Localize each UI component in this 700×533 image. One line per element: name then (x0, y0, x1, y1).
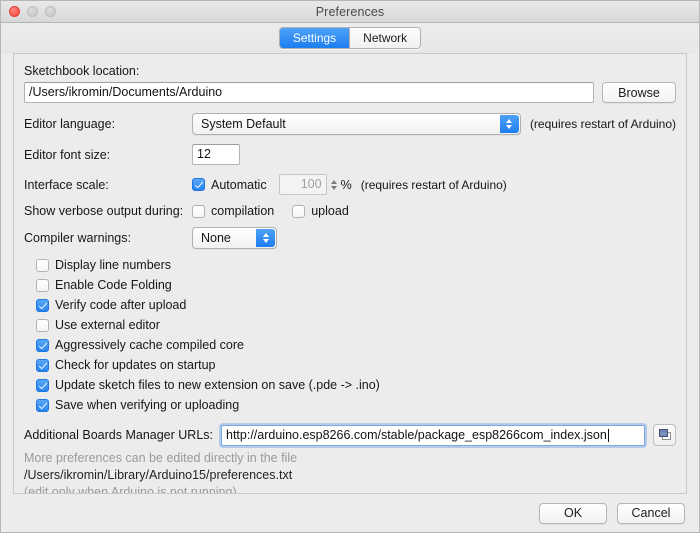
editor-language-value: System Default (201, 117, 286, 131)
editor-language-row: Editor language: System Default (require… (24, 113, 676, 135)
boards-manager-label: Additional Boards Manager URLs: (24, 428, 213, 442)
verbose-upload-checkbox[interactable]: upload (292, 204, 349, 218)
boards-manager-urls-value: http://arduino.esp8266.com/stable/packag… (226, 427, 607, 442)
compiler-warnings-select[interactable]: None (192, 227, 277, 249)
sketchbook-location-label: Sketchbook location: (24, 64, 140, 78)
checkbox-box (292, 204, 306, 218)
editor-font-size-row: Editor font size: 12 (24, 144, 676, 165)
interface-scale-automatic-checkbox[interactable]: Automatic (192, 178, 267, 192)
sketchbook-row: /Users/ikromin/Documents/Arduino Browse (24, 82, 676, 103)
browse-button[interactable]: Browse (602, 82, 676, 103)
compiler-warnings-label: Compiler warnings: (24, 231, 131, 245)
checkbox-label: Display line numbers (55, 258, 172, 272)
minimize-button[interactable] (27, 6, 38, 17)
interface-scale-row: Interface scale: Automatic 100 % (requir… (24, 174, 676, 195)
close-button[interactable] (9, 6, 20, 17)
window-title: Preferences (315, 4, 385, 19)
preferences-file-path: /Users/ikromin/Library/Arduino15/prefere… (24, 468, 293, 482)
chevron-updown-icon (499, 115, 519, 133)
checkbox-box (36, 298, 49, 312)
checkbox-box (192, 178, 205, 191)
window-controls (9, 6, 56, 17)
duplicate-windows-icon-button[interactable] (653, 424, 676, 446)
checkbox-label: Use external editor (55, 318, 160, 332)
checkbox-label: Check for updates on startup (55, 358, 216, 372)
checkbox-box (36, 378, 49, 392)
checkbox-box (36, 338, 49, 352)
verbose-upload-label: upload (311, 204, 349, 218)
preferences-help-text: More preferences can be edited directly … (24, 450, 676, 494)
help-line-3: (edit only when Arduino is not running) (24, 485, 237, 494)
duplicate-windows-icon (658, 429, 671, 440)
boards-manager-urls-input[interactable]: http://arduino.esp8266.com/stable/packag… (221, 424, 645, 446)
editor-font-size-input[interactable]: 12 (192, 144, 240, 165)
maximize-button[interactable] (45, 6, 56, 17)
settings-panel: Sketchbook location: /Users/ikromin/Docu… (13, 53, 687, 494)
editor-language-label: Editor language: (24, 117, 116, 131)
checkbox-box (36, 398, 49, 412)
checkbox-label: Aggressively cache compiled core (55, 338, 244, 352)
boards-manager-row: Additional Boards Manager URLs: http://a… (24, 424, 676, 446)
checkbox-box (36, 278, 49, 292)
checkbox-box (36, 258, 49, 272)
interface-scale-stepper[interactable] (329, 176, 340, 194)
editor-font-size-label: Editor font size: (24, 147, 111, 162)
compiler-warnings-row: Compiler warnings: None (24, 227, 676, 249)
ok-button[interactable]: OK (539, 502, 607, 524)
checkbox-label: Verify code after upload (55, 298, 187, 312)
verbose-compilation-checkbox[interactable]: compilation (192, 204, 274, 218)
interface-scale-automatic-label: Automatic (211, 177, 267, 192)
chevron-updown-icon (256, 229, 275, 247)
editor-language-select[interactable]: System Default (192, 113, 521, 135)
tab-segmented-control: Settings Network (278, 27, 422, 49)
text-caret (607, 428, 609, 442)
checkbox-save-when-verifying-or-uploading[interactable]: Save when verifying or uploading (36, 395, 676, 415)
tab-settings[interactable]: Settings (279, 28, 350, 48)
checkbox-label: Enable Code Folding (55, 278, 172, 292)
interface-scale-label: Interface scale: (24, 177, 109, 192)
checkbox-label: Update sketch files to new extension on … (55, 378, 380, 392)
dialog-footer: OK Cancel (1, 494, 699, 532)
checkbox-box (36, 358, 49, 372)
sketchbook-label-row: Sketchbook location: (24, 64, 676, 78)
preferences-checkbox-list: Display line numbers Enable Code Folding… (36, 255, 676, 415)
editor-language-note: (requires restart of Arduino) (529, 117, 676, 131)
percent-sign: % (340, 177, 352, 192)
tab-network[interactable]: Network (349, 28, 421, 48)
checkbox-verify-code-after-upload[interactable]: Verify code after upload (36, 295, 676, 315)
checkbox-label: Save when verifying or uploading (55, 398, 240, 412)
checkbox-display-line-numbers[interactable]: Display line numbers (36, 255, 676, 275)
verbose-output-row: Show verbose output during: compilation … (24, 204, 676, 218)
preferences-window: Preferences Settings Network Sketchbook … (0, 0, 700, 533)
verbose-compilation-label: compilation (211, 204, 275, 218)
title-bar: Preferences (1, 1, 699, 23)
checkbox-update-sketch-files-extension[interactable]: Update sketch files to new extension on … (36, 375, 676, 395)
compiler-warnings-value: None (201, 231, 231, 245)
cancel-button[interactable]: Cancel (617, 502, 685, 524)
checkbox-use-external-editor[interactable]: Use external editor (36, 315, 676, 335)
checkbox-check-for-updates-on-startup[interactable]: Check for updates on startup (36, 355, 676, 375)
tab-bar: Settings Network (1, 23, 699, 53)
checkbox-box (192, 204, 205, 218)
help-line-1: More preferences can be edited directly … (24, 451, 298, 465)
checkbox-enable-code-folding[interactable]: Enable Code Folding (36, 275, 676, 295)
checkbox-aggressively-cache-compiled-core[interactable]: Aggressively cache compiled core (36, 335, 676, 355)
verbose-output-label: Show verbose output during: (24, 204, 184, 218)
interface-scale-note: (requires restart of Arduino) (360, 177, 507, 192)
sketchbook-location-input[interactable]: /Users/ikromin/Documents/Arduino (24, 82, 594, 103)
interface-scale-value-input[interactable]: 100 (278, 174, 327, 195)
checkbox-box (36, 318, 49, 332)
